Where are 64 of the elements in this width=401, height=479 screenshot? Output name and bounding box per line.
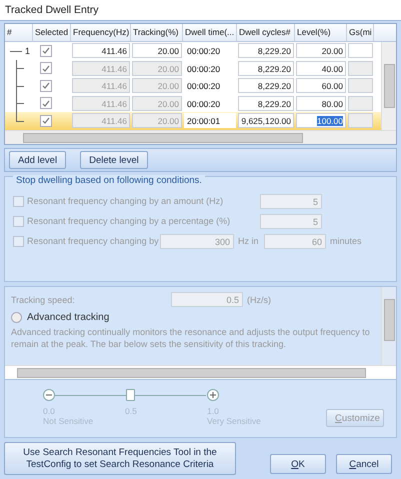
row-checkbox[interactable] — [40, 44, 52, 57]
plus-icon[interactable] — [207, 389, 219, 401]
condition-checkbox[interactable] — [13, 236, 24, 246]
gs-cell[interactable] — [348, 78, 373, 94]
dwell-cycles-cell[interactable]: 8,229.20 — [238, 78, 294, 94]
gs-cell[interactable] — [348, 96, 373, 111]
condition-checkbox[interactable] — [13, 196, 24, 206]
dwell-time-cell[interactable]: 20:00:01 — [184, 113, 236, 128]
dwell-time-cell[interactable]: 00:00:20 — [184, 60, 236, 76]
advanced-tracking-radio[interactable] — [11, 312, 22, 323]
level-cell[interactable]: 80.00 — [296, 96, 346, 111]
tracking-cell[interactable]: 20.00 — [132, 43, 182, 58]
slider-thumb[interactable] — [126, 389, 135, 401]
description-text: Advanced tracking continually monitors the resonance and adjusts the output frequency to remain at the peak. The bar below sets the sensitivity of this tracking. — [11, 326, 371, 350]
dwell-time-cell[interactable]: 00:00:20 — [184, 78, 236, 94]
condition-label: Resonant frequency changing by — [27, 236, 160, 246]
tracking-speed-label: Tracking speed: — [11, 294, 76, 304]
gs-cell[interactable] — [348, 60, 373, 76]
level-cell[interactable]: 40.00 — [296, 60, 346, 76]
search-resonance-info-button[interactable]: Use Search Resonant Frequencies Tool in the TestConfig to set Search Resonance Criteria — [4, 442, 236, 475]
dwell-cycles-cell[interactable]: 8,229.20 — [238, 96, 294, 111]
horizontal-scrollbar[interactable] — [5, 130, 396, 144]
frequency-cell[interactable]: 411.46 — [72, 43, 130, 58]
column-header[interactable]: Dwell time(... — [183, 24, 237, 41]
vertical-scrollbar[interactable] — [381, 42, 396, 130]
condition-label: Resonant frequency changing by an amount (Hz) — [27, 196, 224, 206]
delete-level-button[interactable]: Delete level — [80, 151, 148, 169]
column-header[interactable]: # — [5, 24, 33, 41]
gs-cell[interactable] — [348, 113, 373, 128]
dwell-cycles-cell[interactable]: 9,625,120.00 — [238, 113, 294, 128]
group-title: Stop dwelling based on following conditions. — [13, 175, 205, 186]
condition-checkbox[interactable] — [13, 216, 24, 226]
cancel-button[interactable]: Cancel — [336, 454, 392, 474]
horizontal-scrollbar[interactable] — [5, 365, 396, 379]
window-title: Tracked Dwell Entry — [0, 0, 401, 21]
condition-label: Resonant frequency changing by a percentage (%) — [27, 216, 232, 226]
column-header[interactable]: Dwell cycles# — [237, 24, 295, 41]
level-cell[interactable]: 60.00 — [296, 78, 346, 94]
column-header[interactable]: Selected — [33, 24, 71, 41]
dwell-cycles-cell[interactable]: 8,229.20 — [238, 60, 294, 76]
column-header[interactable]: Level(%) — [295, 24, 347, 41]
unit-label: Hz in — [237, 236, 260, 246]
dwell-time-cell[interactable]: 00:00:20 — [184, 96, 236, 111]
column-header[interactable]: Gs(mi — [347, 24, 374, 41]
sensitivity-slider[interactable] — [54, 388, 206, 402]
unit-label: (Hz/s) — [246, 294, 271, 304]
level-cell[interactable]: 100.00 — [296, 113, 346, 128]
unit-label: minutes — [329, 236, 362, 246]
row-number: 1 — [25, 46, 30, 56]
row-checkbox[interactable] — [40, 97, 52, 110]
column-header[interactable]: Frequency(Hz) — [71, 24, 131, 41]
row-checkbox[interactable] — [40, 114, 52, 127]
level-cell[interactable]: 20.00 — [296, 43, 346, 58]
radio-label[interactable]: Advanced tracking — [27, 312, 110, 323]
dwell-cycles-cell[interactable]: 8,229.20 — [238, 43, 294, 58]
vertical-scrollbar[interactable] — [381, 287, 396, 365]
gs-cell[interactable] — [348, 43, 373, 58]
row-checkbox[interactable] — [40, 62, 52, 74]
row-checkbox[interactable] — [40, 80, 52, 92]
ok-button[interactable]: OK — [270, 454, 326, 474]
column-header[interactable]: Tracking(%) — [131, 24, 183, 41]
add-level-button[interactable]: Add level — [9, 151, 66, 169]
dwell-time-cell[interactable]: 00:00:20 — [184, 43, 236, 58]
minus-icon[interactable] — [43, 389, 55, 401]
